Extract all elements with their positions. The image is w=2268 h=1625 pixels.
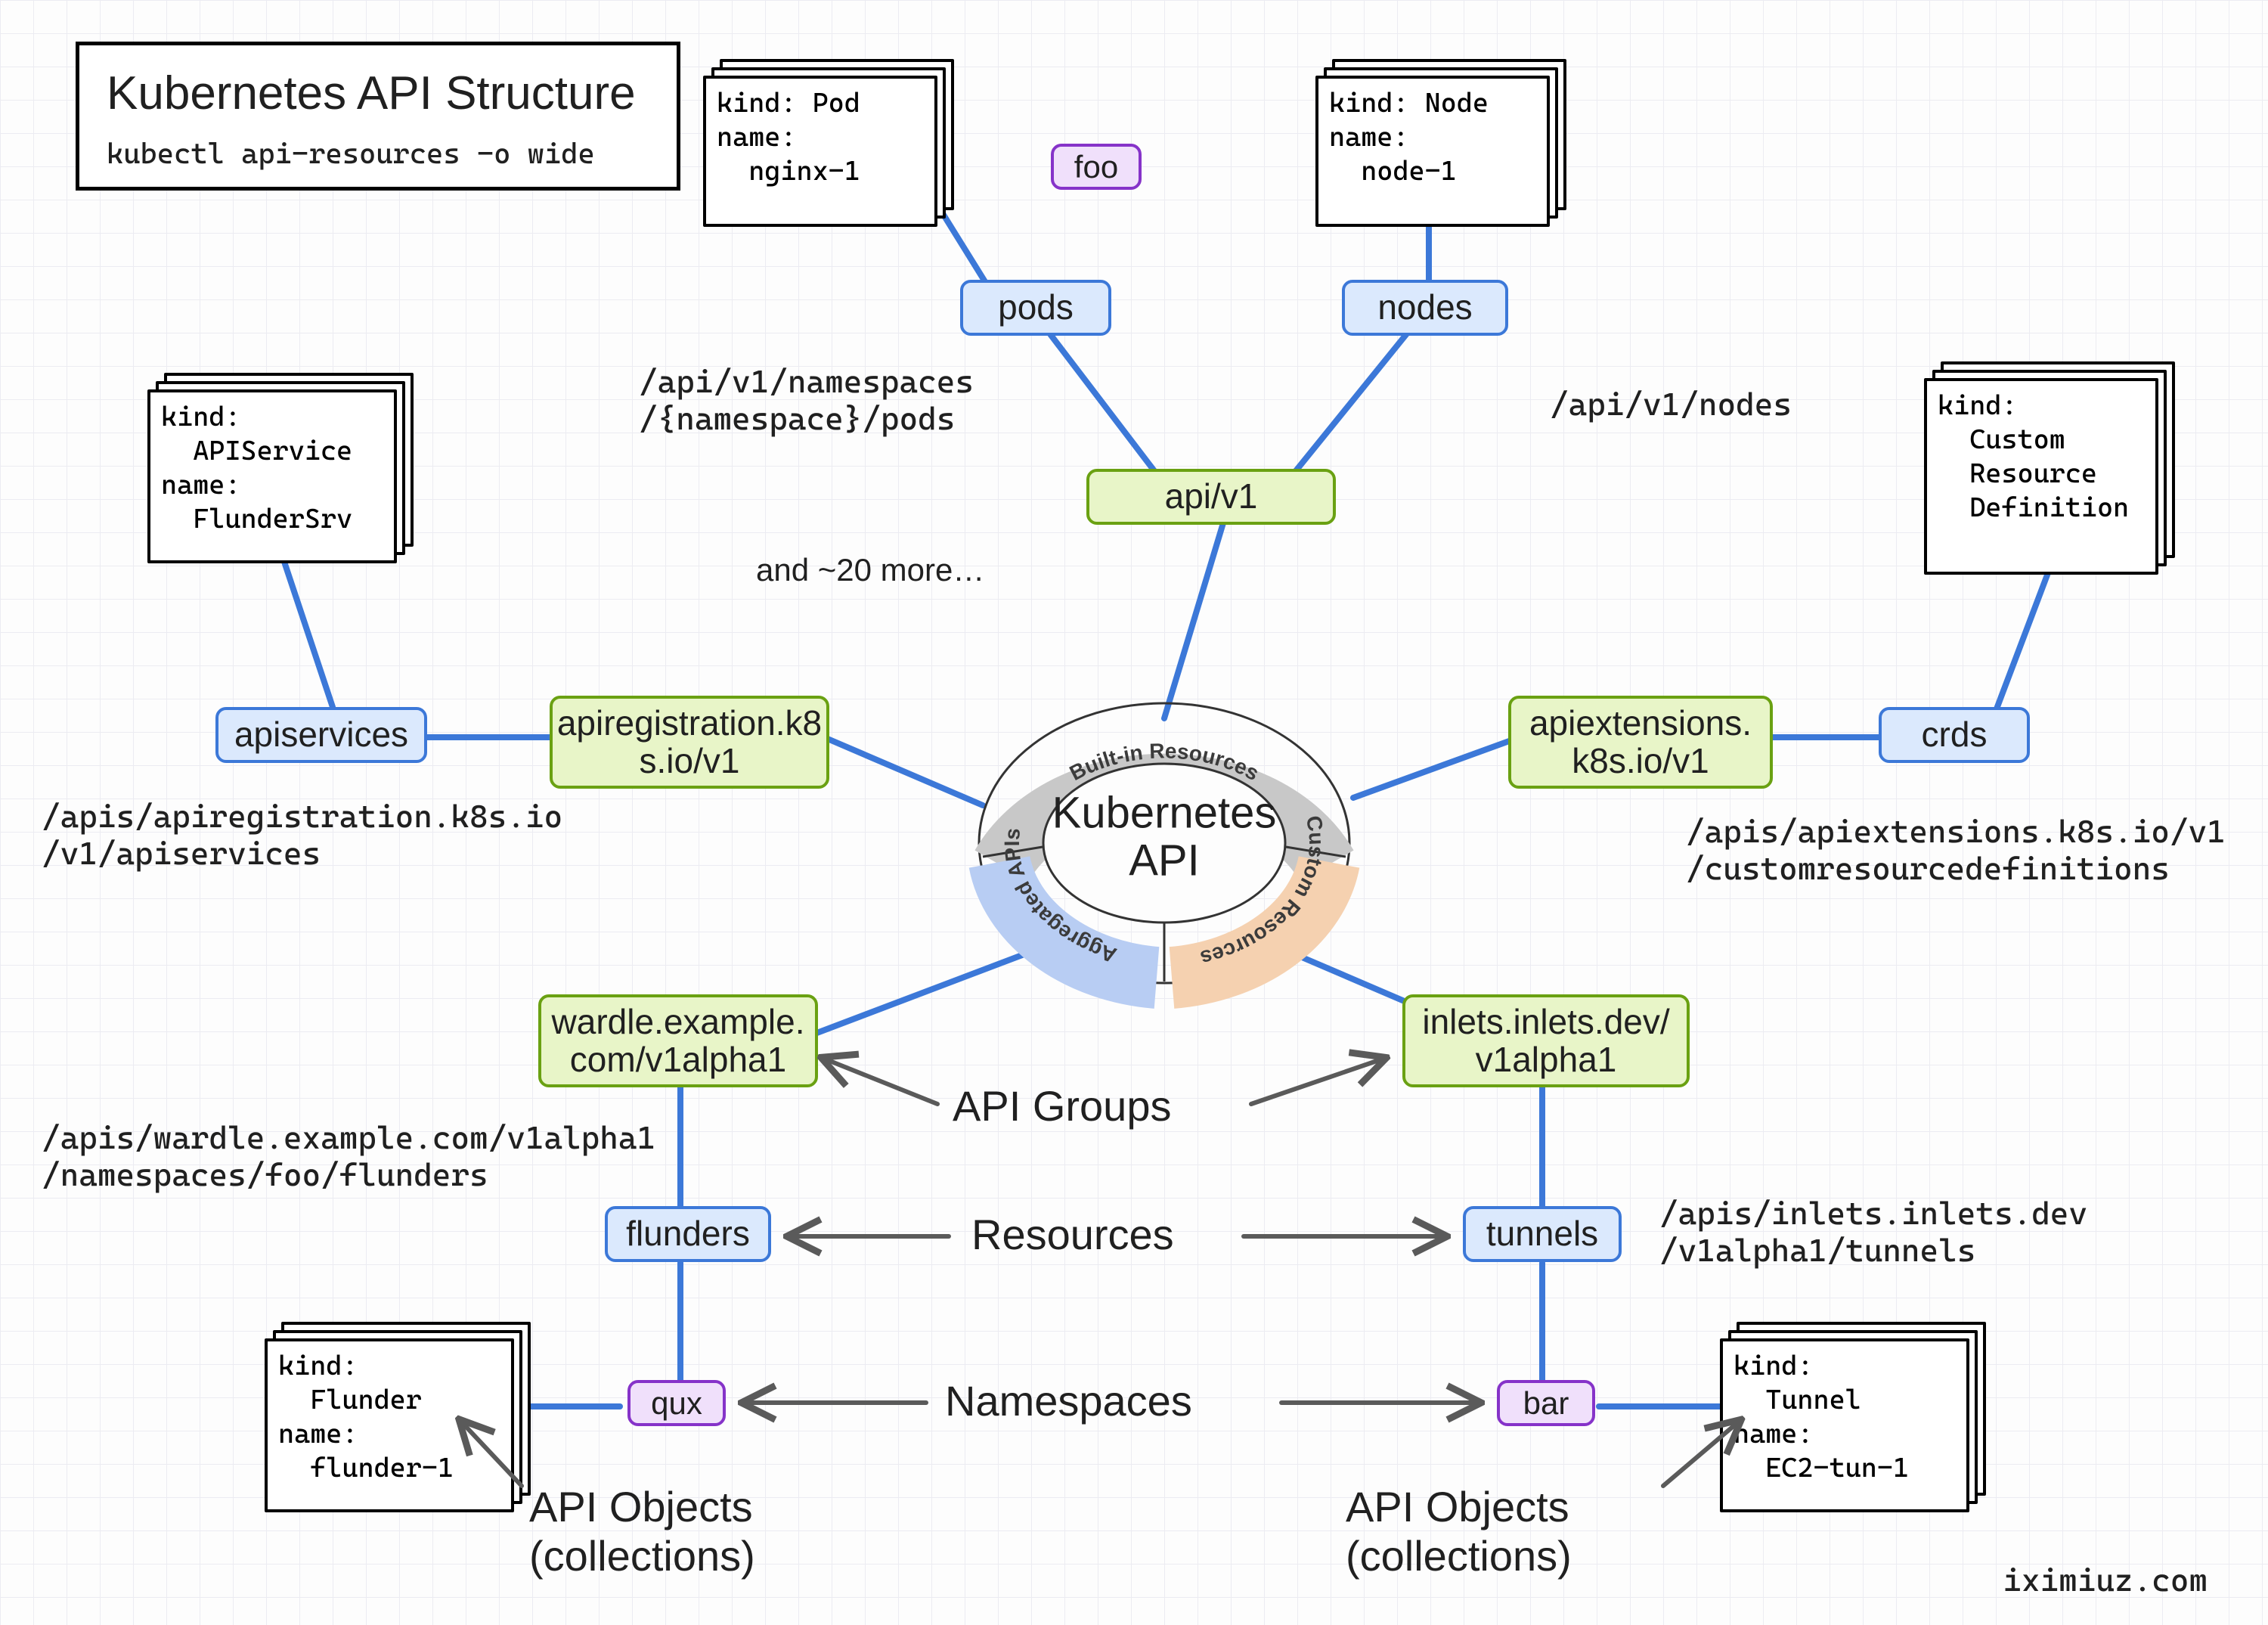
doc-flunder: kind: Flunder name: flunder-1 — [265, 1338, 514, 1512]
group-wardle: wardle.example. com/v1alpha1 — [538, 994, 818, 1087]
title-card: Kubernetes API Structure kubectl api-res… — [76, 42, 680, 191]
legend-api-objects-left: API Objects (collections) — [529, 1482, 847, 1580]
group-api-v1: api/v1 — [1086, 469, 1336, 525]
resource-pods: pods — [960, 280, 1111, 336]
doc-node: kind: Node name: node-1 — [1315, 76, 1550, 227]
namespace-qux: qux — [627, 1380, 726, 1426]
path-crds: /apis/apiextensions.k8s.io/v1 /customres… — [1686, 813, 2226, 887]
legend-api-objects-right: API Objects (collections) — [1346, 1482, 1663, 1580]
attribution: iximiuz.com — [2003, 1561, 2208, 1599]
doc-crd: kind: Custom Resource Definition — [1924, 378, 2158, 575]
resource-crds: crds — [1879, 707, 2030, 763]
doc-pod: kind: Pod name: nginx-1 — [703, 76, 937, 227]
resource-tunnels: tunnels — [1463, 1206, 1622, 1262]
path-nodes: /api/v1/nodes — [1550, 386, 1792, 423]
group-apiextensions: apiextensions. k8s.io/v1 — [1508, 696, 1773, 789]
path-flunders: /apis/wardle.example.com/v1alpha1 /names… — [42, 1119, 655, 1193]
path-pods: /api/v1/namespaces /{namespace}/pods — [639, 363, 974, 437]
group-apiregistration: apiregistration.k8 s.io/v1 — [550, 696, 829, 789]
path-tunnels: /apis/inlets.inlets.dev /v1alpha1/tunnel… — [1659, 1195, 2087, 1269]
group-inlets: inlets.inlets.dev/ v1alpha1 — [1402, 994, 1690, 1087]
legend-namespaces: Namespaces — [945, 1376, 1192, 1425]
resource-apiservices: apiservices — [215, 707, 427, 763]
namespace-foo: foo — [1051, 144, 1142, 190]
legend-resources: Resources — [971, 1210, 1174, 1259]
label-and-more: and ~20 more… — [756, 552, 984, 588]
ring-center-label: Kubernetes API — [1052, 789, 1277, 884]
path-apiservices: /apis/apiregistration.k8s.io /v1/apiserv… — [42, 798, 562, 872]
doc-tunnel: kind: Tunnel name: EC2-tun-1 — [1720, 1338, 1969, 1512]
resource-nodes: nodes — [1342, 280, 1508, 336]
resource-flunders: flunders — [605, 1206, 771, 1262]
kubernetes-api-ring: Built-in Resources Aggregated APIs Custo… — [953, 692, 1376, 994]
doc-apiservice: kind: APIService name: FlunderSrv — [147, 389, 397, 563]
diagram-title: Kubernetes API Structure — [107, 67, 649, 120]
legend-api-groups: API Groups — [953, 1081, 1171, 1130]
namespace-bar: bar — [1497, 1380, 1595, 1426]
kubectl-command: kubectl api-resources -o wide — [107, 137, 649, 170]
